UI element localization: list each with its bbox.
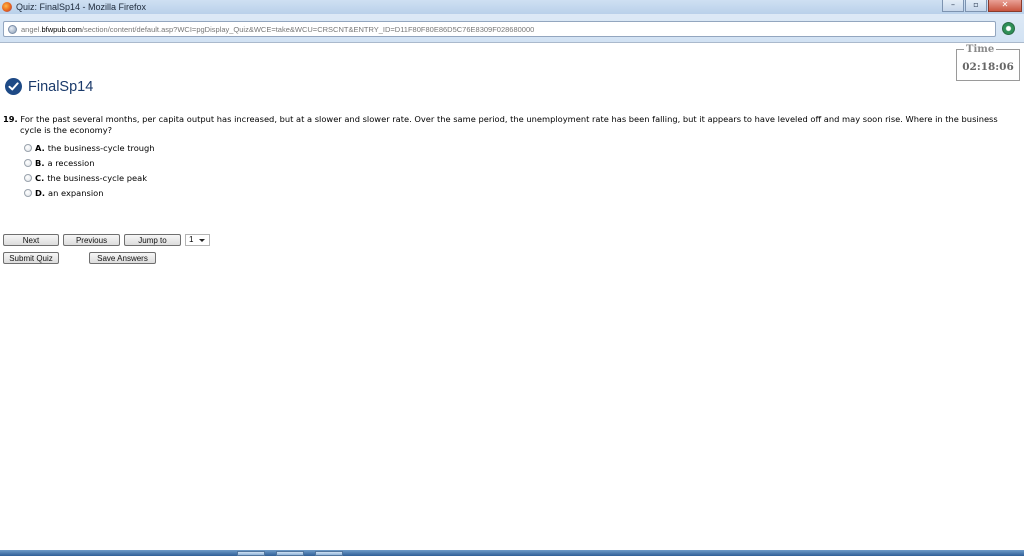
browser-navbar: angel.bfwpub.com/section/content/default…: [0, 14, 1024, 43]
choice-letter: D.: [35, 187, 46, 198]
checkmark-glyph: [8, 82, 19, 91]
taskbar-item[interactable]: [276, 551, 304, 556]
timer-value: 02:18:06: [962, 61, 1014, 73]
radio-button-d[interactable]: [24, 188, 32, 197]
jump-to-button[interactable]: Jump to: [124, 234, 181, 246]
site-identity-icon[interactable]: [8, 24, 17, 34]
firefox-logo-icon: [2, 2, 12, 12]
taskbar-item[interactable]: [237, 551, 265, 556]
window-title: Quiz: FinalSp14 - Mozilla Firefox: [16, 2, 147, 12]
choice-c[interactable]: C. the business-cycle peak: [24, 171, 155, 186]
taskbar-item[interactable]: [315, 551, 343, 556]
choice-letter: C.: [35, 172, 45, 183]
window-titlebar: Quiz: FinalSp14 - Mozilla Firefox – ▫ ✕: [0, 0, 1024, 14]
choice-text: an expansion: [48, 187, 104, 198]
choice-text: the business-cycle peak: [47, 172, 147, 183]
minimize-button[interactable]: –: [942, 0, 964, 12]
next-button[interactable]: Next: [3, 234, 59, 246]
choice-letter: B.: [35, 158, 45, 169]
save-answers-button[interactable]: Save Answers: [89, 252, 156, 264]
previous-button[interactable]: Previous: [63, 234, 120, 246]
maximize-button[interactable]: ▫: [965, 0, 987, 12]
choice-a[interactable]: A. the business-cycle trough: [24, 141, 155, 156]
radio-button-c[interactable]: [24, 173, 32, 182]
choice-letter: A.: [35, 143, 45, 154]
os-taskbar: [0, 550, 1024, 556]
question-line-2: cycle is the economy?: [20, 124, 113, 135]
jump-to-value: 1: [189, 235, 194, 244]
choice-text: the business-cycle trough: [47, 143, 155, 154]
quiz-timer: Time 02:18:06: [956, 44, 1020, 81]
url-text[interactable]: angel.bfwpub.com/section/content/default…: [21, 25, 534, 34]
timer-label: Time: [964, 44, 997, 55]
go-icon[interactable]: [1002, 22, 1015, 35]
url-domain: bfwpub.com: [41, 24, 82, 34]
url-prefix: angel.: [21, 24, 42, 34]
radio-button-a[interactable]: [24, 144, 32, 153]
choice-b[interactable]: B. a recession: [24, 156, 155, 171]
answer-choices: A. the business-cycle trough B. a recess…: [24, 141, 155, 200]
page-title: FinalSp14: [28, 78, 94, 95]
checkmark-icon: [5, 78, 22, 95]
address-bar[interactable]: angel.bfwpub.com/section/content/default…: [3, 21, 996, 37]
window-controls: – ▫ ✕: [941, 0, 1022, 12]
question-line-1: 19. For the past several months, per cap…: [3, 114, 1023, 125]
quiz-header: FinalSp14: [5, 78, 93, 95]
jump-to-select[interactable]: 1: [185, 234, 210, 246]
question-text: For the past several months, per capita …: [20, 114, 998, 124]
choice-text: a recession: [47, 158, 95, 169]
question-number: 19.: [3, 114, 18, 124]
question-block: 19. For the past several months, per cap…: [3, 114, 1023, 135]
choice-d[interactable]: D. an expansion: [24, 185, 155, 200]
url-path: /section/content/default.asp?WCI=pgDispl…: [81, 24, 535, 34]
radio-button-b[interactable]: [24, 159, 32, 168]
submit-quiz-button[interactable]: Submit Quiz: [3, 252, 59, 264]
chevron-down-icon: [199, 239, 205, 242]
close-button[interactable]: ✕: [988, 0, 1022, 12]
